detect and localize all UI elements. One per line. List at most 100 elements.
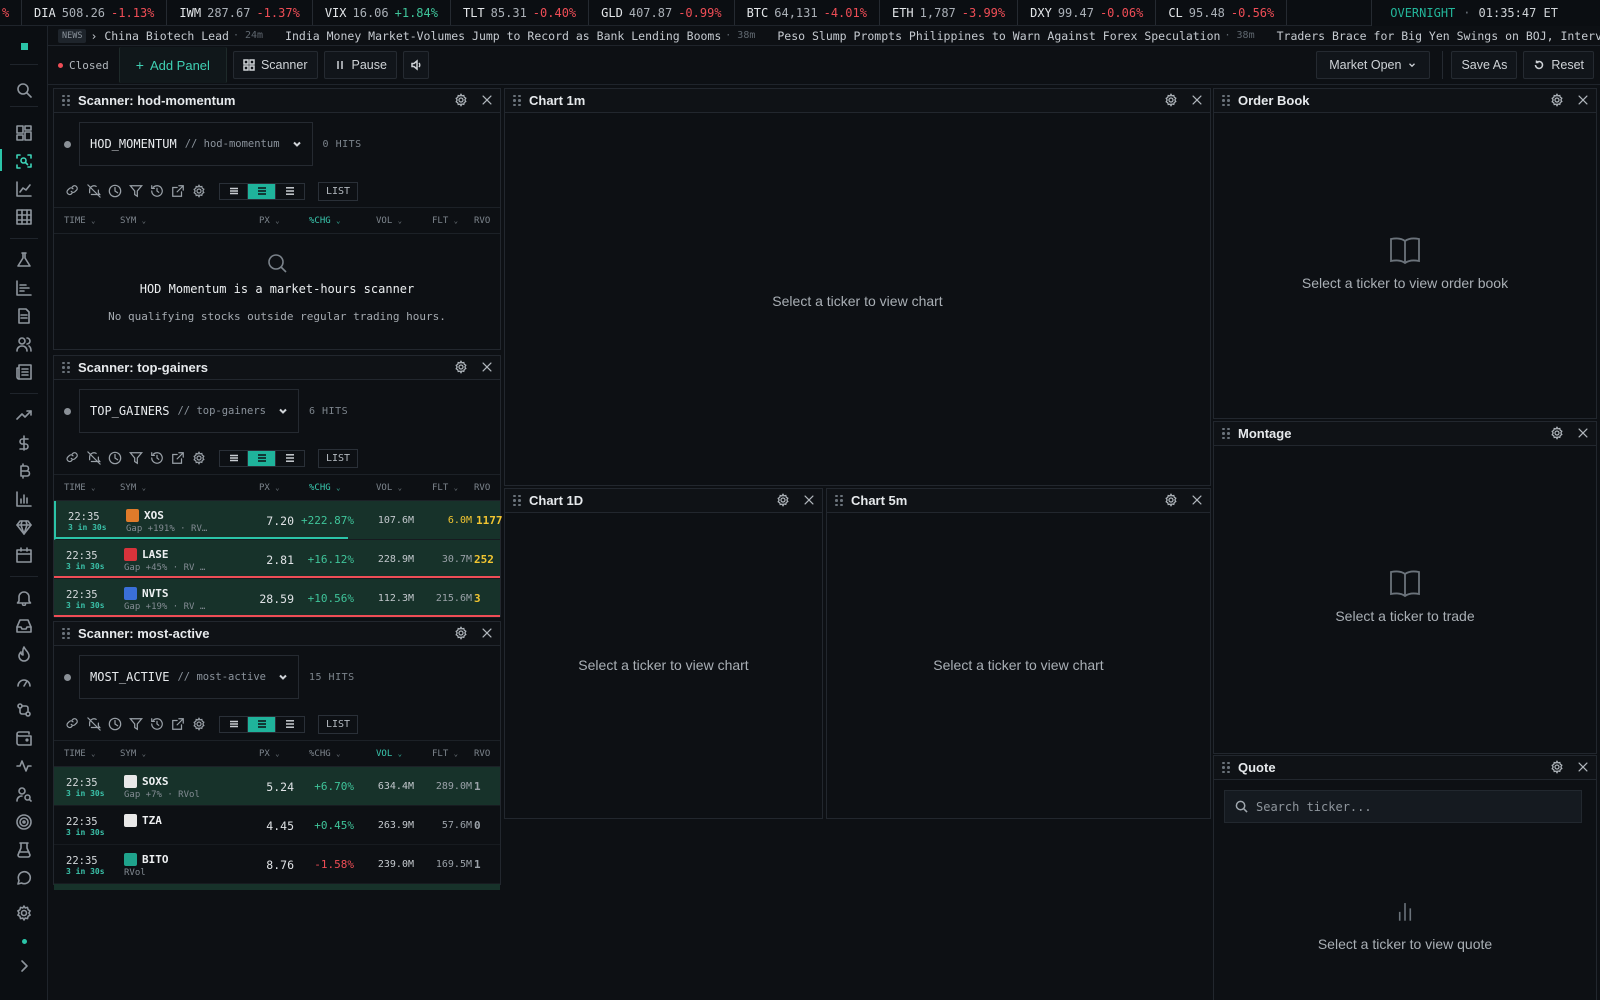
swap-icon[interactable]	[14, 700, 34, 720]
column-header-sym[interactable]: SYM ⌄	[120, 749, 146, 759]
history-icon[interactable]	[150, 451, 164, 465]
density-compact-button[interactable]	[220, 450, 248, 466]
drag-handle-icon[interactable]	[513, 494, 521, 507]
list-view-button[interactable]: LIST	[318, 714, 359, 734]
density-normal-button[interactable]	[248, 183, 276, 199]
flask-icon[interactable]	[14, 250, 34, 270]
density-compact-button[interactable]	[220, 716, 248, 732]
link-icon[interactable]	[66, 451, 80, 465]
density-comfortable-button[interactable]	[276, 184, 304, 199]
column-header-vol[interactable]: VOL ⌄	[376, 749, 402, 759]
column-header-sym[interactable]: SYM ⌄	[120, 483, 146, 493]
ticker-item[interactable]: DXY 99.47 -0.06%	[1018, 0, 1157, 25]
ticker-item[interactable]: DIA 508.26 -1.13%	[22, 0, 168, 25]
target-icon[interactable]	[14, 812, 34, 832]
column-header-rvol[interactable]: RVO	[474, 216, 490, 226]
bell-off-icon[interactable]	[87, 717, 101, 731]
ticker-item[interactable]: IWM 287.67 -1.37%	[167, 0, 313, 25]
drag-handle-icon[interactable]	[62, 627, 70, 640]
gear-icon[interactable]	[454, 93, 468, 107]
density-comfortable-button[interactable]	[276, 717, 304, 732]
list-view-button[interactable]: LIST	[318, 181, 359, 201]
table-row[interactable]: 22:35 3 in 30s SOXS Gap +7% · RVol 5.24 +6.70…	[54, 767, 500, 806]
scanner-select[interactable]: MOST_ACTIVE // most-active	[79, 655, 299, 699]
bar-chart-icon[interactable]	[14, 278, 34, 298]
gear-icon[interactable]	[1550, 426, 1564, 440]
bitcoin-icon[interactable]	[14, 461, 34, 481]
density-compact-button[interactable]	[220, 183, 248, 199]
pause-button[interactable]: Pause	[323, 51, 397, 79]
column-header-flt[interactable]: FLT ⌄	[432, 216, 458, 226]
drag-handle-icon[interactable]	[1222, 94, 1230, 107]
history-icon[interactable]	[150, 717, 164, 731]
drag-handle-icon[interactable]	[1222, 427, 1230, 440]
reset-button[interactable]: Reset	[1523, 51, 1594, 79]
column-header-chg[interactable]: %CHG ⌄	[309, 216, 340, 226]
list-view-button[interactable]: LIST	[318, 448, 359, 468]
column-header-px[interactable]: PX ⌄	[259, 749, 279, 759]
scanner-button[interactable]: Scanner	[232, 51, 318, 79]
user-search-icon[interactable]	[14, 784, 34, 804]
document-icon[interactable]	[14, 306, 34, 326]
settings-icon[interactable]	[14, 903, 34, 923]
news-headline[interactable]: Peso Slump Prompts Philippines to Warn A…	[777, 29, 1220, 43]
external-link-icon[interactable]	[171, 717, 185, 731]
table-row[interactable]: 22:35 3 in 30s TZA 4.45 +0.45% 263.9M 57.6M 0	[54, 806, 500, 845]
chart-icon[interactable]	[14, 179, 34, 199]
news-icon[interactable]	[14, 362, 34, 382]
clock-icon[interactable]	[108, 717, 122, 731]
table-row[interactable]: 22:35 3 in 30s LASE Gap +45% · RV … 2.81 +16.…	[54, 540, 500, 579]
drag-handle-icon[interactable]	[1222, 761, 1230, 774]
column-header-chg[interactable]: %CHG ⌄	[309, 749, 340, 759]
close-icon[interactable]	[802, 493, 816, 507]
trending-icon[interactable]	[14, 405, 34, 425]
close-icon[interactable]	[1576, 426, 1590, 440]
quote-search-field[interactable]	[1224, 790, 1582, 823]
gear-icon[interactable]	[454, 360, 468, 374]
gauge-icon[interactable]	[14, 672, 34, 692]
density-comfortable-button[interactable]	[276, 451, 304, 466]
layout-select[interactable]: Market Open	[1316, 51, 1431, 79]
close-icon[interactable]	[1576, 760, 1590, 774]
table-row[interactable]: 22:35 3 in 30s BITO RVol 8.76 -1.58% 239.0M 169…	[54, 845, 500, 884]
column-header-rvol[interactable]: RVO	[474, 483, 490, 493]
bell-icon[interactable]	[14, 588, 34, 608]
gear-icon[interactable]	[192, 451, 206, 465]
column-header-chg[interactable]: %CHG ⌄	[309, 483, 340, 493]
close-icon[interactable]	[480, 93, 494, 107]
calendar-icon[interactable]	[14, 545, 34, 565]
inbox-icon[interactable]	[14, 616, 34, 636]
gear-icon[interactable]	[1164, 493, 1178, 507]
add-panel-button[interactable]: + Add Panel	[118, 47, 227, 83]
table-row[interactable]: 22:35 3 in 30s XOS Gap +191% · RV… 7.20 +222.…	[54, 501, 503, 540]
gear-icon[interactable]	[1550, 93, 1564, 107]
ticker-item[interactable]: CL 95.48 -0.56%	[1156, 0, 1288, 25]
sound-button[interactable]	[402, 51, 429, 79]
link-icon[interactable]	[66, 717, 80, 731]
drag-handle-icon[interactable]	[513, 94, 521, 107]
gear-icon[interactable]	[1164, 93, 1178, 107]
clock-icon[interactable]	[108, 184, 122, 198]
drag-handle-icon[interactable]	[62, 361, 70, 374]
news-headline[interactable]: Traders Brace for Big Yen Swings on BOJ,…	[1277, 29, 1600, 43]
ticker-item[interactable]: %	[0, 0, 22, 25]
gear-icon[interactable]	[192, 184, 206, 198]
link-icon[interactable]	[66, 184, 80, 198]
external-link-icon[interactable]	[171, 451, 185, 465]
column-header-time[interactable]: TIME ⌄	[64, 483, 95, 493]
news-ticker[interactable]: NEWS › China Biotech Lead · 24m India Mone…	[48, 26, 1600, 46]
dollar-icon[interactable]	[14, 433, 34, 453]
gear-icon[interactable]	[192, 717, 206, 731]
ticker-item[interactable]: TLT 85.31 -0.40%	[451, 0, 590, 25]
clock-icon[interactable]	[108, 451, 122, 465]
density-normal-button[interactable]	[248, 450, 276, 466]
ticker-item[interactable]: BTC 64,131 -4.01%	[735, 0, 880, 25]
gem-icon[interactable]	[14, 517, 34, 537]
close-icon[interactable]	[480, 626, 494, 640]
external-link-icon[interactable]	[171, 184, 185, 198]
filter-icon[interactable]	[129, 184, 143, 198]
activity-icon[interactable]	[14, 756, 34, 776]
ticker-item[interactable]: GLD 407.87 -0.99%	[589, 0, 735, 25]
history-icon[interactable]	[150, 184, 164, 198]
close-icon[interactable]	[480, 360, 494, 374]
